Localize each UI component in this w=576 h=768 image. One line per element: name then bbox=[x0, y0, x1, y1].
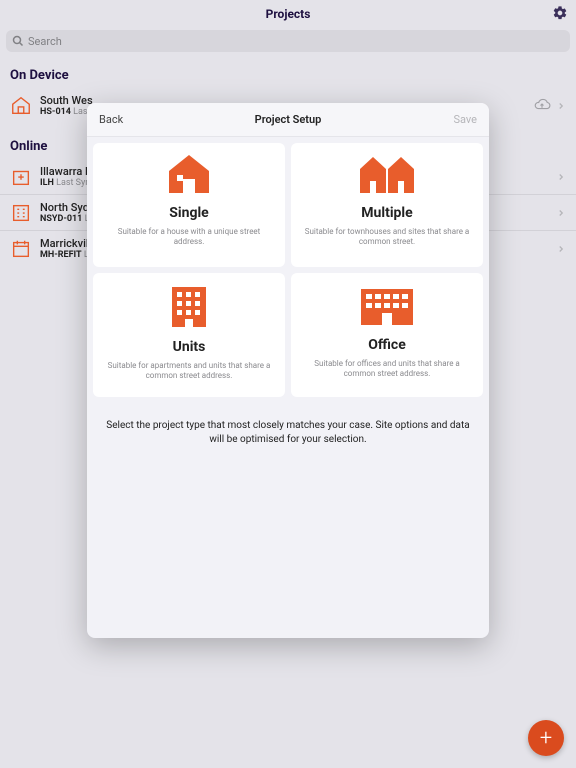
card-title: Office bbox=[368, 337, 406, 353]
page-title: Projects bbox=[266, 7, 311, 21]
search-input[interactable]: Search bbox=[6, 30, 570, 52]
section-on-device: On Device bbox=[10, 68, 566, 83]
search-icon bbox=[12, 35, 24, 47]
add-project-button[interactable]: + bbox=[528, 720, 564, 756]
modal-title: Project Setup bbox=[255, 113, 322, 126]
card-desc: Suitable for townhouses and sites that s… bbox=[299, 227, 475, 248]
search-placeholder: Search bbox=[28, 35, 62, 48]
app-header: Projects bbox=[0, 0, 576, 27]
project-type-units[interactable]: Units Suitable for apartments and units … bbox=[93, 273, 285, 397]
plus-icon: + bbox=[540, 726, 552, 751]
chevron-right-icon bbox=[556, 167, 566, 186]
project-type-office[interactable]: Office Suitable for offices and units th… bbox=[291, 273, 483, 397]
card-title: Single bbox=[169, 205, 208, 221]
modal-footer-text: Select the project type that most closel… bbox=[87, 403, 489, 463]
project-type-single[interactable]: Single Suitable for a house with a uniqu… bbox=[93, 143, 285, 267]
project-type-multiple[interactable]: Multiple Suitable for townhouses and sit… bbox=[291, 143, 483, 267]
single-house-icon bbox=[163, 153, 215, 199]
calendar-icon bbox=[10, 238, 32, 260]
cloud-icon bbox=[533, 95, 551, 117]
project-setup-modal: Back Project Setup Save Single Suitable … bbox=[87, 103, 489, 638]
chevron-right-icon bbox=[556, 96, 566, 115]
card-desc: Suitable for apartments and units that s… bbox=[101, 361, 277, 382]
chevron-right-icon bbox=[556, 203, 566, 222]
back-button[interactable]: Back bbox=[99, 113, 123, 126]
modal-header: Back Project Setup Save bbox=[87, 103, 489, 137]
card-desc: Suitable for a house with a unique stree… bbox=[101, 227, 277, 248]
card-title: Units bbox=[173, 339, 206, 355]
hospital-icon bbox=[10, 166, 32, 188]
office-building-icon bbox=[357, 283, 417, 331]
chevron-right-icon bbox=[556, 239, 566, 258]
house-icon bbox=[10, 95, 32, 117]
save-button[interactable]: Save bbox=[453, 113, 477, 126]
card-title: Multiple bbox=[361, 205, 412, 221]
building-icon bbox=[10, 202, 32, 224]
card-desc: Suitable for offices and units that shar… bbox=[299, 359, 475, 380]
multiple-houses-icon bbox=[358, 153, 416, 199]
units-building-icon bbox=[166, 283, 212, 333]
project-type-grid: Single Suitable for a house with a uniqu… bbox=[87, 137, 489, 403]
settings-icon[interactable] bbox=[552, 5, 568, 25]
